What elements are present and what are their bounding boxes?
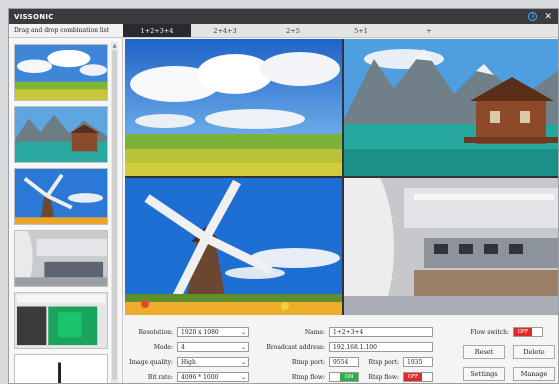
flow-switch-label: Flow switch: bbox=[470, 329, 509, 336]
rtmp-flow-toggle[interactable]: ON bbox=[329, 372, 359, 382]
resolution-value: 1920 x 1080 bbox=[181, 328, 219, 336]
rtsp-port-input[interactable]: 1935 bbox=[403, 357, 433, 367]
rtsp-port-label: Rtsp port: bbox=[368, 359, 399, 366]
close-icon[interactable]: ✕ bbox=[544, 12, 552, 22]
rtsp-flow-state: OFF bbox=[404, 373, 422, 381]
flow-switch-state: OFF bbox=[514, 328, 532, 336]
chevron-down-icon: ⌄ bbox=[240, 359, 246, 366]
bit-rate-value: 4096 * 1000 bbox=[181, 373, 219, 381]
thumbnail-windmill[interactable] bbox=[14, 168, 108, 225]
reset-button[interactable]: Reset bbox=[463, 345, 505, 359]
preview-cell-3[interactable] bbox=[125, 178, 342, 315]
scroll-thumb[interactable] bbox=[112, 50, 117, 380]
title-bar: VISSONIC i ✕ bbox=[9, 9, 558, 24]
broadcast-address-label: Broadcast address: bbox=[266, 344, 326, 351]
mode-select[interactable]: 4 ⌄ bbox=[177, 342, 249, 352]
rtsp-flow-toggle[interactable]: OFF bbox=[403, 372, 433, 382]
rtsp-flow-label: Rtsp flow: bbox=[368, 374, 399, 381]
bit-rate-label: Bit rate: bbox=[147, 374, 173, 381]
preview-grid bbox=[125, 39, 558, 315]
combination-list: ▲ bbox=[9, 38, 123, 383]
chevron-down-icon: ⌄ bbox=[240, 374, 246, 381]
resolution-select[interactable]: 1920 x 1080 ⌄ bbox=[177, 327, 249, 337]
broadcast-address-input[interactable]: 192.168.1.100 bbox=[329, 342, 433, 352]
preview-cell-4[interactable] bbox=[344, 178, 558, 315]
window-title: VISSONIC bbox=[14, 12, 54, 21]
thumbnail-studio[interactable] bbox=[14, 292, 108, 349]
tab-5-1[interactable]: 5+1 bbox=[327, 24, 395, 37]
add-tab-button[interactable]: + bbox=[395, 24, 463, 37]
thumbnail-partial[interactable] bbox=[14, 354, 108, 383]
bit-rate-select[interactable]: 4096 * 1000 ⌄ bbox=[177, 372, 249, 382]
image-quality-value: High bbox=[181, 358, 196, 366]
name-label: Name: bbox=[304, 329, 325, 336]
preview-cell-1[interactable] bbox=[125, 39, 342, 176]
app-window: VISSONIC i ✕ Drag and drop combination l… bbox=[8, 8, 559, 384]
mode-label: Mode: bbox=[153, 344, 173, 351]
rtmp-flow-label: Rtmp flow: bbox=[291, 374, 325, 381]
tab-row: Drag and drop combination list 1+2+3+4 2… bbox=[9, 24, 558, 38]
manage-button[interactable]: Manage bbox=[513, 367, 555, 381]
chevron-down-icon: ⌄ bbox=[240, 344, 246, 351]
stream-settings: Resolution: 1920 x 1080 ⌄ Mode: 4 ⌄ Imag… bbox=[125, 315, 558, 383]
thumbnail-office[interactable] bbox=[14, 230, 108, 287]
image-quality-select[interactable]: High ⌄ bbox=[177, 357, 249, 367]
thumbnail-meadow[interactable] bbox=[14, 44, 108, 101]
settings-button[interactable]: Settings bbox=[463, 367, 505, 381]
thumbnail-lake[interactable] bbox=[14, 106, 108, 163]
flow-switch-toggle[interactable]: OFF bbox=[513, 327, 543, 337]
resolution-label: Resolution: bbox=[138, 329, 173, 336]
image-quality-label: Image quality: bbox=[129, 359, 173, 366]
rtmp-flow-state: ON bbox=[340, 373, 358, 381]
tab-2-5[interactable]: 2+5 bbox=[259, 24, 327, 37]
rtmp-port-input[interactable]: 9554 bbox=[329, 357, 359, 367]
tab-2-4-3[interactable]: 2+4+3 bbox=[191, 24, 259, 37]
mode-value: 4 bbox=[181, 343, 185, 351]
info-icon[interactable]: i bbox=[528, 12, 538, 21]
rtmp-port-label: Rtmp port: bbox=[291, 359, 325, 366]
name-input[interactable]: 1+2+3+4 bbox=[329, 327, 433, 337]
scroll-up-icon[interactable]: ▲ bbox=[111, 42, 118, 49]
layout-tabs: 1+2+3+4 2+4+3 2+5 5+1 + bbox=[123, 24, 558, 37]
list-scrollbar[interactable]: ▲ bbox=[111, 42, 118, 383]
delete-button[interactable]: Delete bbox=[513, 345, 555, 359]
combination-list-title: Drag and drop combination list bbox=[14, 27, 110, 34]
preview-cell-2[interactable] bbox=[344, 39, 558, 176]
chevron-down-icon: ⌄ bbox=[240, 329, 246, 336]
tab-1-2-3-4[interactable]: 1+2+3+4 bbox=[123, 24, 191, 37]
